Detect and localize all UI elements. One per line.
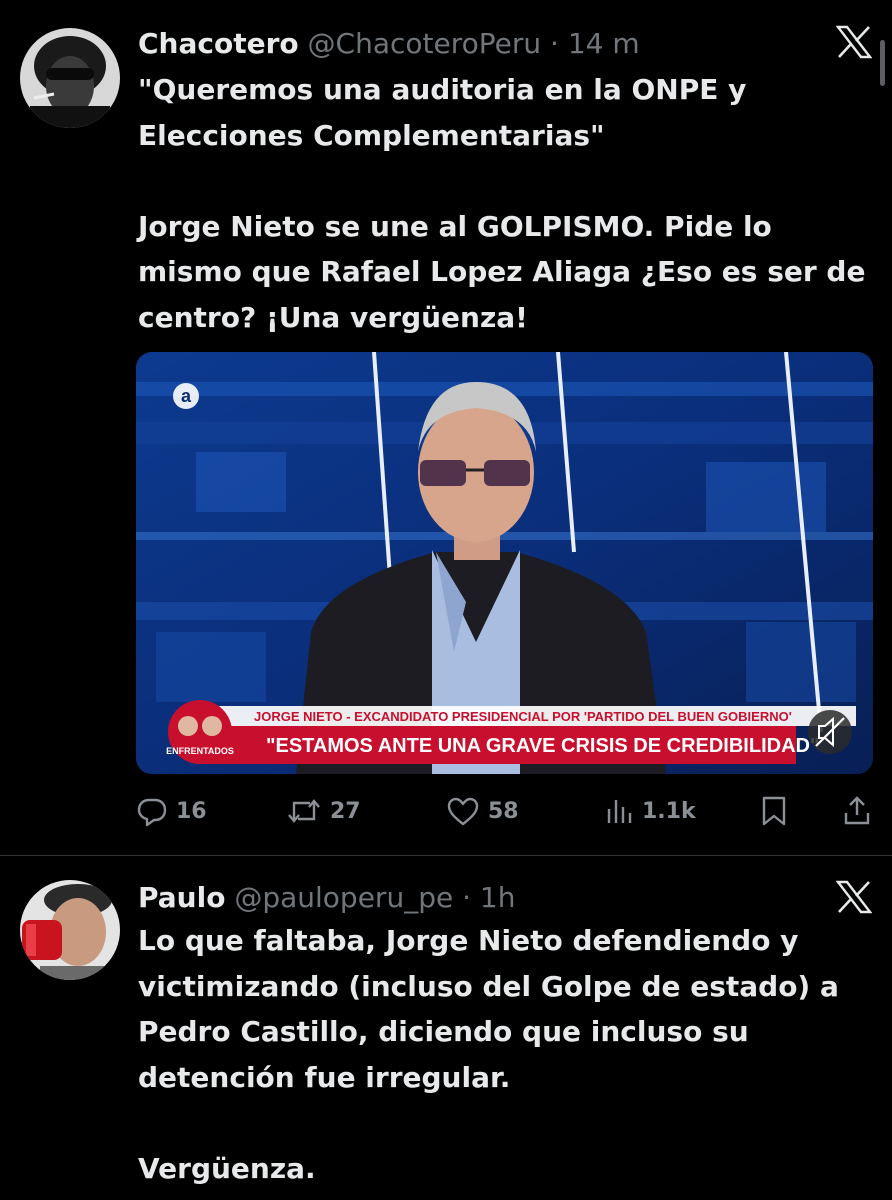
speaker-muted-icon[interactable] — [808, 710, 852, 754]
like-count: 58 — [488, 798, 519, 824]
display-name[interactable]: Paulo — [138, 881, 225, 914]
x-logo-icon[interactable] — [835, 880, 873, 914]
views-count: 1.1k — [642, 798, 696, 824]
lower-third-headline: JORGE NIETO - EXCANDIDATO PRESIDENCIAL P… — [254, 709, 792, 724]
separator: · — [462, 881, 472, 914]
scrollbar-thumb[interactable] — [880, 40, 885, 86]
handle[interactable]: @ChacoteroPeru — [308, 27, 542, 60]
timestamp[interactable]: 14 m — [568, 27, 640, 60]
reply-count: 16 — [176, 798, 207, 824]
tweet-actions: 16 27 58 1.1k — [136, 790, 876, 832]
tweet-header: Chacotero @ChacoteroPeru · 14 m — [138, 24, 640, 64]
reply-icon — [137, 798, 167, 827]
repost-icon — [288, 799, 320, 823]
bookmark-icon — [762, 796, 786, 826]
tweet-text: "Queremos una auditoria en la ONPE y Ele… — [138, 73, 866, 334]
views-button[interactable]: 1.1k — [604, 790, 696, 832]
avatar[interactable] — [20, 28, 120, 128]
share-button[interactable] — [842, 790, 872, 832]
repost-button[interactable]: 27 — [286, 790, 361, 832]
tweet-header: Paulo @pauloperu_pe · 1h — [138, 878, 515, 918]
lower-third-quote: "ESTAMOS ANTE UNA GRAVE CRISIS DE CREDIB… — [266, 735, 819, 757]
like-icon — [447, 797, 479, 826]
reply-button[interactable]: 16 — [136, 790, 207, 832]
x-logo-icon[interactable] — [835, 25, 873, 59]
handle[interactable]: @pauloperu_pe — [234, 881, 453, 914]
tweet-text: Lo que faltaba, Jorge Nieto defendiendo … — [138, 924, 839, 1185]
channel-logo: a — [181, 386, 192, 406]
repost-count: 27 — [330, 798, 361, 824]
views-icon — [607, 800, 632, 823]
display-name[interactable]: Chacotero — [138, 27, 299, 60]
timestamp[interactable]: 1h — [480, 881, 516, 914]
tweet-chacotero[interactable]: Chacotero @ChacoteroPeru · 14 m "Queremo… — [0, 0, 892, 855]
like-button[interactable]: 58 — [446, 790, 519, 832]
share-icon — [844, 796, 870, 825]
avatar[interactable] — [20, 880, 120, 980]
video-media[interactable]: a ENFRENTADOS JORGE NIETO - EXCANDIDATO … — [136, 352, 873, 774]
separator: · — [550, 27, 559, 60]
bookmark-button[interactable] — [760, 790, 788, 832]
lower-third-label: ENFRENTADOS — [166, 746, 234, 756]
